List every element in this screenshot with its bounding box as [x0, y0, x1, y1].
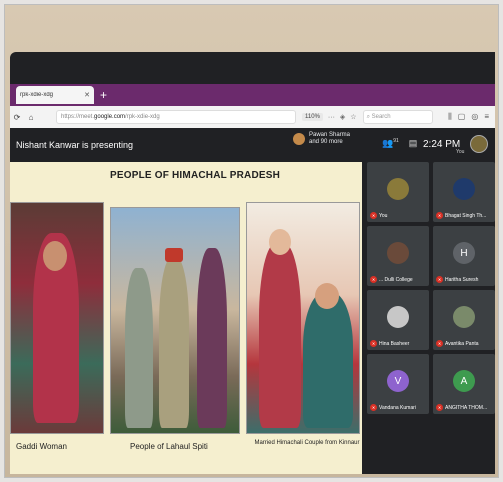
person-figure [259, 243, 301, 428]
toolbar-right: ⫼ ▢ ◎ ≡ [448, 112, 489, 122]
participant-name-row: ✕ Bhagat Singh Th... [436, 212, 493, 219]
bookmark-icon[interactable]: ☆ [350, 113, 356, 121]
mic-off-icon: ✕ [436, 404, 443, 411]
mic-off-icon: ✕ [436, 340, 443, 347]
you-label: You [456, 149, 465, 155]
participant-tile[interactable]: ✕ You [367, 162, 429, 222]
url-prefix: https://meet. [61, 114, 95, 120]
participant-name: ANGITHA THOM... [445, 404, 488, 411]
participant-tile[interactable]: V ✕ Vandana Kumari [367, 354, 429, 414]
shield-icon[interactable]: ◈ [340, 113, 345, 121]
clock: 2:24 PM [423, 139, 461, 150]
person-figure [125, 268, 153, 428]
browser-tab[interactable]: rpk-xdie-xdg ✕ [16, 86, 94, 104]
mic-off-icon: ✕ [436, 212, 443, 219]
screen: rpk-xdie-xdg ✕ + ⟳ ⌂ https://meet. google… [10, 52, 495, 474]
mic-off-icon: ✕ [370, 276, 377, 283]
menu-icon[interactable]: ≡ [484, 112, 489, 122]
avatar[interactable] [470, 135, 488, 153]
people-chip[interactable]: Pawan Sharma and 90 more [293, 132, 350, 146]
participant-tile[interactable]: ✕ Hina Basheer [367, 290, 429, 350]
tab-title: rpk-xdie-xdg [20, 92, 54, 98]
reload-icon[interactable]: ⟳ [10, 113, 24, 122]
participant-name-row: ✕ You [370, 212, 427, 219]
participant-grid: ✕ You ✕ Bhagat Singh Th... ✕... Dulli Colleg… [367, 162, 495, 474]
caption-lahaul-spiti: People of Lahaul Spiti [130, 442, 208, 451]
people-line1: Pawan Sharma [309, 132, 351, 138]
participant-name: You [379, 212, 388, 219]
participant-tile[interactable]: A ✕ ANGITHA THOM... [433, 354, 495, 414]
home-icon[interactable]: ⌂ [24, 113, 38, 122]
presentation-slide: PEOPLE OF HIMACHAL PRADESH Gaddi Woman P… [10, 162, 362, 474]
library-icon[interactable]: ⫼ [448, 112, 452, 122]
presenting-label: Nishant Kanwar is presenting [16, 140, 134, 150]
participant-name: Avantika Panta [445, 340, 479, 347]
participant-name: ... Dulli College [379, 276, 413, 283]
participant-name-row: ✕ Haritha Suresh [436, 276, 493, 283]
person-figure [197, 248, 227, 428]
person-hat [165, 248, 183, 262]
participant-name-row: ✕ Avantika Panta [436, 340, 493, 347]
avatar [387, 242, 409, 264]
browser-tab-bar: rpk-xdie-xdg ✕ + [10, 84, 495, 106]
participant-name-row: ✕... Dulli College [370, 276, 427, 283]
url-suffix: /rpk-xdie-xdg [125, 114, 160, 120]
close-icon[interactable]: ✕ [84, 91, 90, 99]
avatar [453, 178, 475, 200]
photo-kinnaur-couple [246, 202, 360, 434]
person-face [43, 241, 67, 271]
search-placeholder: Search [371, 114, 391, 120]
participant-name-row: ✕ ANGITHA THOM... [436, 404, 493, 411]
caption-kinnaur-couple: Married Himachali Couple from Kinnaur [254, 440, 360, 446]
mic-off-icon: ✕ [370, 212, 377, 219]
meet-icons: 👥91 ▤ [382, 138, 417, 149]
participant-tile[interactable]: ✕ Bhagat Singh Th... [433, 162, 495, 222]
mic-off-icon: ✕ [370, 340, 377, 347]
participant-name: Haritha Suresh [445, 276, 479, 283]
person-figure [303, 293, 353, 428]
avatar [293, 133, 305, 145]
avatar [387, 306, 409, 328]
avatar: H [453, 242, 475, 264]
participant-name: Hina Basheer [379, 340, 410, 347]
url-bar[interactable]: https://meet. google.com/rpk-xdie-xdg [56, 110, 296, 124]
participant-tile[interactable]: ✕... Dulli College [367, 226, 429, 286]
participant-tile[interactable]: H ✕ Haritha Suresh [433, 226, 495, 286]
photo-gaddi-woman [10, 202, 104, 434]
participant-name: Vandana Kumari [379, 404, 416, 411]
meet-top-bar: Nishant Kanwar is presenting Pawan Sharm… [10, 128, 495, 162]
url-domain: google.com [94, 114, 126, 120]
reader-icon[interactable]: ▢ [458, 112, 466, 122]
new-tab-button[interactable]: + [100, 88, 107, 102]
caption-gaddi-woman: Gaddi Woman [16, 442, 67, 451]
slide-title: PEOPLE OF HIMACHAL PRADESH [110, 170, 281, 181]
chat-icon[interactable]: ▤ [409, 138, 418, 149]
people-icon[interactable]: 👥91 [382, 138, 399, 149]
avatar: V [387, 370, 409, 392]
zoom-level[interactable]: 110% [302, 113, 323, 121]
search-input[interactable]: ⌕ Search [362, 110, 433, 124]
participant-name-row: ✕ Hina Basheer [370, 340, 427, 347]
participant-name-row: ✕ Vandana Kumari [370, 404, 427, 411]
person-face [315, 283, 339, 309]
mic-off-icon: ✕ [370, 404, 377, 411]
mic-off-icon: ✕ [436, 276, 443, 283]
participant-tile[interactable]: ✕ Avantika Panta [433, 290, 495, 350]
avatar [453, 306, 475, 328]
people-summary: Pawan Sharma and 90 more [309, 132, 350, 146]
person-figure [159, 258, 189, 428]
photo-lahaul-spiti [110, 207, 240, 434]
avatar [387, 178, 409, 200]
people-line2: and 90 more [309, 139, 343, 145]
avatar: A [453, 370, 475, 392]
people-count: 91 [393, 138, 399, 144]
account-icon[interactable]: ◎ [471, 112, 478, 122]
more-icon[interactable]: ··· [328, 114, 335, 121]
person-face [269, 229, 291, 255]
browser-toolbar: ⟳ ⌂ https://meet. google.com/rpk-xdie-xdg… [10, 106, 495, 128]
participant-name: Bhagat Singh Th... [445, 212, 487, 219]
